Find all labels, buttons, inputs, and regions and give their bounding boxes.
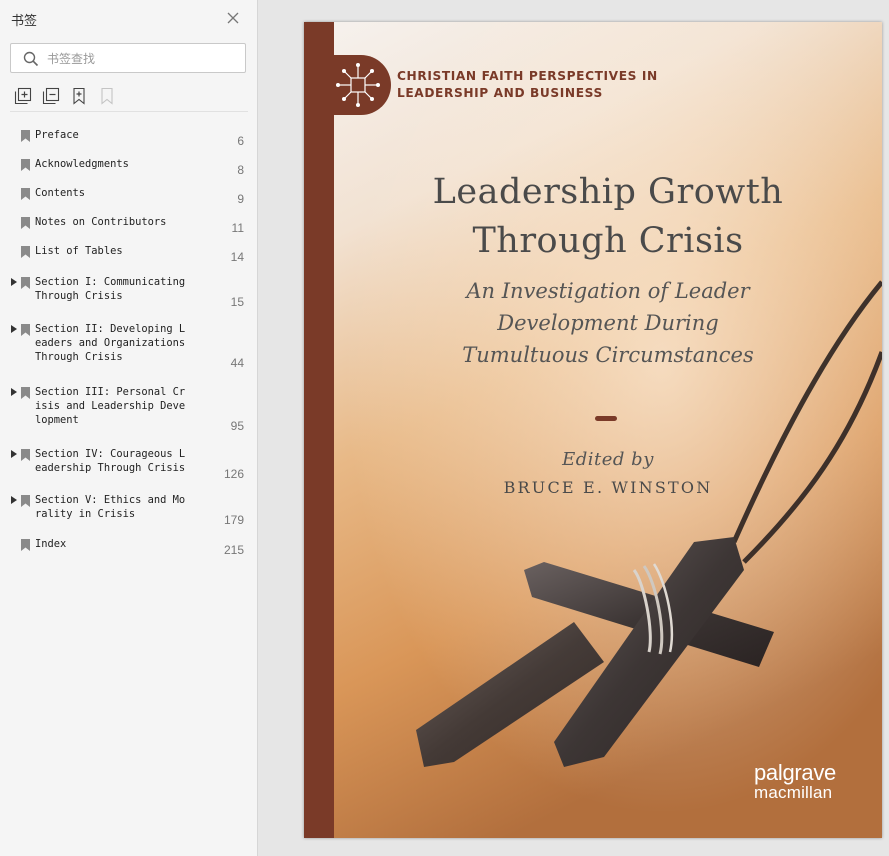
series-badge bbox=[304, 55, 391, 115]
bookmark-panel-header: 书签 bbox=[0, 0, 258, 36]
add-bookmark-icon[interactable] bbox=[70, 87, 88, 105]
bookmark-icon bbox=[21, 324, 30, 336]
bookmark-label: Section III: Personal Cr isis and Leader… bbox=[35, 386, 186, 426]
bookmark-label: Section IV: Courageous L eadership Throu… bbox=[35, 448, 186, 474]
title-separator bbox=[595, 416, 617, 421]
cover-photo-cross bbox=[304, 22, 882, 838]
bookmark-icon bbox=[21, 217, 30, 229]
bookmark-icon bbox=[21, 449, 30, 461]
bookmark-page-number: 215 bbox=[223, 543, 244, 557]
bookmark-icon bbox=[21, 130, 30, 142]
book-subtitle-line: Tumultuous Circumstances bbox=[462, 343, 754, 367]
series-title: CHRISTIAN FAITH PERSPECTIVES IN LEADERSH… bbox=[397, 68, 667, 102]
bookmark-label: Preface bbox=[35, 129, 79, 141]
bookmark-label: Index bbox=[35, 538, 67, 550]
book-subtitle-line: Development During bbox=[497, 311, 719, 335]
bookmark-panel-title: 书签 bbox=[11, 14, 38, 29]
expand-all-icon[interactable] bbox=[14, 87, 32, 105]
search-icon bbox=[23, 51, 39, 67]
bookmark-search-box bbox=[10, 43, 246, 73]
expand-arrow-icon[interactable] bbox=[11, 496, 17, 504]
book-subtitle-line: An Investigation of Leader bbox=[466, 279, 750, 303]
publisher-logo: palgrave macmillan bbox=[754, 762, 874, 802]
close-icon[interactable] bbox=[226, 11, 240, 25]
book-subtitle: An Investigation of Leader Development D… bbox=[364, 275, 852, 371]
bookmark-label: Section I: Communicating Through Crisis bbox=[35, 276, 186, 302]
bookmark-icon bbox=[21, 387, 30, 399]
bookmark-page-number: 15 bbox=[230, 295, 244, 309]
bookmark-icon bbox=[21, 246, 30, 258]
bookmark-icon bbox=[21, 188, 30, 200]
publisher-line: macmillan bbox=[754, 783, 833, 802]
bookmark-label: Section II: Developing L eaders and Orga… bbox=[35, 323, 186, 363]
bookmark-page-number: 11 bbox=[231, 221, 244, 235]
network-logo-icon bbox=[336, 63, 380, 107]
expand-arrow-icon[interactable] bbox=[11, 388, 17, 396]
cover-spine-band bbox=[304, 22, 334, 838]
bookmark-label: Notes on Contributors bbox=[35, 216, 167, 228]
expand-arrow-icon[interactable] bbox=[11, 450, 17, 458]
bookmark-page-number: 179 bbox=[223, 513, 244, 527]
bookmark-page-number: 126 bbox=[223, 467, 244, 481]
bookmark-page-number: 6 bbox=[237, 134, 244, 148]
bookmark-page-number: 95 bbox=[230, 419, 244, 433]
series-title-line: CHRISTIAN FAITH PERSPECTIVES IN bbox=[397, 69, 658, 83]
bookmark-panel: 书签 Preface 6 Acknowledgments 8 Contents 9 Note… bbox=[0, 0, 258, 856]
bookmark-icon bbox=[21, 277, 30, 289]
expand-arrow-icon[interactable] bbox=[11, 278, 17, 286]
bookmark-page-number: 44 bbox=[230, 356, 244, 370]
bookmark-label: Acknowledgments bbox=[35, 158, 129, 170]
book-title-line: Through Crisis bbox=[472, 221, 744, 261]
bookmark-page-number: 8 bbox=[237, 163, 244, 177]
bookmark-icon bbox=[21, 495, 30, 507]
publisher-line: palgrave bbox=[754, 760, 836, 785]
toolbar-divider bbox=[10, 111, 248, 112]
bookmark-label: Section V: Ethics and Mo rality in Crisi… bbox=[35, 494, 186, 520]
bookmark-label: Contents bbox=[35, 187, 86, 199]
edited-by-label: Edited by bbox=[562, 449, 654, 470]
series-title-line: LEADERSHIP AND BUSINESS bbox=[397, 86, 603, 100]
book-title-line: Leadership Growth bbox=[432, 172, 784, 212]
delete-bookmark-icon[interactable] bbox=[98, 87, 116, 105]
book-title: Leadership Growth Through Crisis bbox=[364, 168, 852, 266]
book-cover-page: CHRISTIAN FAITH PERSPECTIVES IN LEADERSH… bbox=[304, 22, 882, 838]
collapse-all-icon[interactable] bbox=[42, 87, 60, 105]
bookmark-label: List of Tables bbox=[35, 245, 123, 257]
expand-arrow-icon[interactable] bbox=[11, 325, 17, 333]
bookmark-page-number: 14 bbox=[230, 250, 244, 264]
bookmark-search-input[interactable] bbox=[47, 49, 237, 68]
bookmark-icon bbox=[21, 159, 30, 171]
editor-name: BRUCE E. WINSTON bbox=[503, 478, 713, 497]
bookmark-page-number: 9 bbox=[237, 192, 244, 206]
bookmark-icon bbox=[21, 539, 30, 551]
